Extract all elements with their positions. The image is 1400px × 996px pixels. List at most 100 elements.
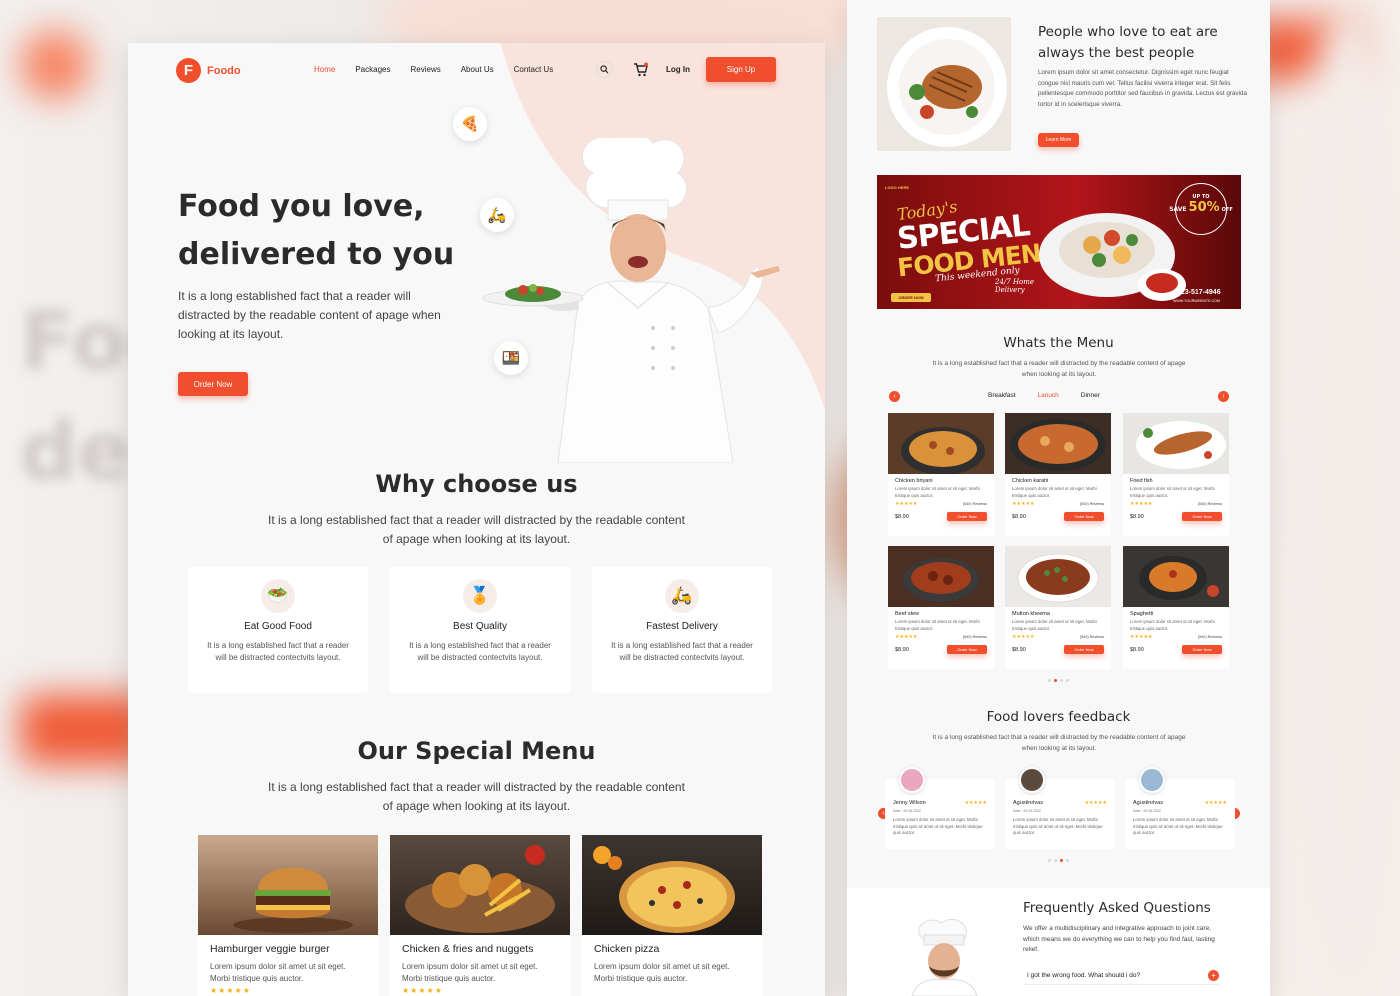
banner-website: WWW.YOURWEBSITE.COM xyxy=(1173,299,1220,303)
dish-reviews: (540) Reviews xyxy=(1197,502,1222,506)
star-rating: ★★★★★ xyxy=(402,986,443,995)
why-card-delivery: 🛵 Fastest Delivery It is a long establis… xyxy=(592,567,772,693)
avatar xyxy=(1019,767,1045,793)
page-dot[interactable] xyxy=(1054,859,1057,862)
hero-text: It is a long established fact that a rea… xyxy=(178,289,441,341)
special-text: It is a long established fact that a rea… xyxy=(268,780,685,813)
dish-image xyxy=(888,546,994,607)
page-dot[interactable] xyxy=(1048,859,1051,862)
dish-card[interactable]: Chicken briyani Lorem ipsum dolor sit am… xyxy=(888,413,994,536)
feedback-text: It is a long established fact that a rea… xyxy=(932,734,1186,752)
dish-desc: Lorem ipsum dolor sit amet ut sit eget. … xyxy=(1012,486,1097,498)
dish-price: $8.90 xyxy=(1130,646,1144,653)
dish-card[interactable]: Beef stew Lorem ipsum dolor sit amet ut … xyxy=(888,546,994,669)
dish-order-button[interactable]: Order Now xyxy=(947,645,987,654)
faq-section: Frequently Asked Questions We offer a mu… xyxy=(847,888,1270,996)
nav-link-contact[interactable]: Contact Us xyxy=(514,65,554,74)
people-title: People who love to eat are always the be… xyxy=(1038,24,1218,61)
page-dot[interactable] xyxy=(1066,859,1069,862)
star-rating: ★★★★★ xyxy=(210,986,251,995)
dish-order-button[interactable]: Order Now xyxy=(1064,645,1104,654)
why-title: Why choose us xyxy=(375,470,578,498)
plus-icon[interactable]: + xyxy=(1208,970,1219,981)
tab-breakfast[interactable]: Breakfast xyxy=(988,392,1015,399)
tab-dinner[interactable]: Dinner xyxy=(1081,392,1100,399)
dish-image xyxy=(888,413,994,474)
dish-card[interactable]: Mutton kheema Lorem ipsum dolor sit amet… xyxy=(1005,546,1111,669)
dish-order-button[interactable]: Order Now xyxy=(1182,645,1222,654)
special-offer-banner[interactable]: LOGO HERE Today's SPECIAL FOOD MENU This… xyxy=(877,175,1241,309)
next-arrow-icon[interactable]: › xyxy=(1218,391,1229,402)
why-card-desc: It is a long established fact that a rea… xyxy=(611,641,753,662)
special-item-name: Chicken pizza xyxy=(594,943,660,955)
badge-percent: 50% xyxy=(1188,200,1220,215)
menu-pagination xyxy=(1048,679,1069,682)
dish-price: $8.90 xyxy=(895,646,909,653)
dish-reviews: (540) Reviews xyxy=(962,502,987,506)
dish-image xyxy=(1005,413,1111,474)
banner-phone: 323-517-4946 xyxy=(1177,289,1221,296)
banner-plate-image xyxy=(1039,213,1186,301)
reviewer-name: Agustinrivas xyxy=(1013,800,1043,806)
chef-portrait xyxy=(911,918,978,996)
star-rating: ★★★★★ xyxy=(1130,501,1153,507)
dish-name: Chicken briyani xyxy=(895,478,933,484)
dish-card[interactable]: Spaghetti Lorem ipsum dolor sit amet ut … xyxy=(1123,546,1229,669)
grilled-chicken-image xyxy=(877,17,1011,151)
search-icon[interactable] xyxy=(596,61,613,78)
nav-link-about[interactable]: About Us xyxy=(461,65,494,74)
dish-desc: Lorem ipsum dolor sit amet ut sit eget. … xyxy=(1130,486,1215,498)
signup-button[interactable]: Sign Up xyxy=(706,57,776,82)
page-dot-active[interactable] xyxy=(1060,859,1063,862)
dish-desc: Lorem ipsum dolor sit amet ut sit eget. … xyxy=(895,486,980,498)
special-card-burger[interactable]: Hamburger veggie burger Lorem ipsum dolo… xyxy=(198,835,378,996)
banner-order-button[interactable]: ORDER NOW xyxy=(891,293,931,302)
nav-link-reviews[interactable]: Reviews xyxy=(410,65,440,74)
why-card-desc: It is a long established fact that a rea… xyxy=(409,641,551,662)
order-now-button[interactable]: Order Now xyxy=(178,372,248,396)
dish-order-button[interactable]: Order Now xyxy=(947,512,987,521)
nav-links: Home Packages Reviews About Us Contact U… xyxy=(314,65,553,74)
nav-link-home[interactable]: Home xyxy=(314,65,335,74)
page-dot[interactable] xyxy=(1066,679,1069,682)
learn-more-button[interactable]: Learn More xyxy=(1038,133,1079,147)
page-dot[interactable] xyxy=(1048,679,1051,682)
tab-lunch[interactable]: Lanuch xyxy=(1037,392,1058,399)
review-text: Lorem ipsum dolor sit amet ut sit eget. … xyxy=(1133,817,1223,835)
dish-reviews: (540) Reviews xyxy=(1079,502,1104,506)
special-item-desc: Lorem ipsum dolor sit amet ut sit eget. … xyxy=(594,962,730,983)
landing-page-left: F Foodo Home Packages Reviews About Us C… xyxy=(128,43,825,996)
faq-question[interactable]: I got the wrong food. What should i do? … xyxy=(1023,967,1219,985)
why-card-food: 🥗 Eat Good Food It is a long established… xyxy=(188,567,368,693)
dish-card[interactable]: Fried fish Lorem ipsum dolor sit amet ut… xyxy=(1123,413,1229,536)
quality-badge-icon: 🏅 xyxy=(463,579,497,613)
avatar xyxy=(1139,767,1165,793)
food-box-icon: 🍱 xyxy=(494,341,528,375)
nav-link-packages[interactable]: Packages xyxy=(355,65,390,74)
special-card-pizza[interactable]: Chicken pizza Lorem ipsum dolor sit amet… xyxy=(582,835,762,996)
brand-name: Foodo xyxy=(207,64,241,77)
special-card-chicken[interactable]: Chicken & fries and nuggets Lorem ipsum … xyxy=(390,835,570,996)
star-rating: ★★★★★ xyxy=(1012,634,1035,640)
brand-logo[interactable]: F Foodo xyxy=(176,58,241,83)
special-item-desc: Lorem ipsum dolor sit amet ut sit eget. … xyxy=(210,962,346,983)
why-card-quality: 🏅 Best Quality It is a long established … xyxy=(390,567,570,693)
avatar xyxy=(899,767,925,793)
dish-order-button[interactable]: Order Now xyxy=(1064,512,1104,521)
why-card-desc: It is a long established fact that a rea… xyxy=(207,641,349,662)
dish-price: $8.90 xyxy=(1012,513,1026,520)
page-dot-active[interactable] xyxy=(1054,679,1057,682)
faq-text: We offer a multidisciplinary and integra… xyxy=(1023,925,1215,953)
why-text: It is a long established fact that a rea… xyxy=(268,513,685,546)
login-link[interactable]: Log In xyxy=(666,65,690,74)
review-date: Date : 20.03.2022 xyxy=(1013,809,1041,813)
prev-arrow-icon[interactable]: ‹ xyxy=(889,391,900,402)
dish-reviews: (540) Reviews xyxy=(962,635,987,639)
dish-card[interactable]: Chicken karahi Lorem ipsum dolor sit ame… xyxy=(1005,413,1111,536)
dish-order-button[interactable]: Order Now xyxy=(1182,512,1222,521)
why-card-title: Fastest Delivery xyxy=(646,621,718,632)
blurred-right xyxy=(1280,0,1400,996)
page-dot[interactable] xyxy=(1060,679,1063,682)
cart-icon[interactable] xyxy=(633,62,649,81)
dish-image xyxy=(1123,546,1229,607)
